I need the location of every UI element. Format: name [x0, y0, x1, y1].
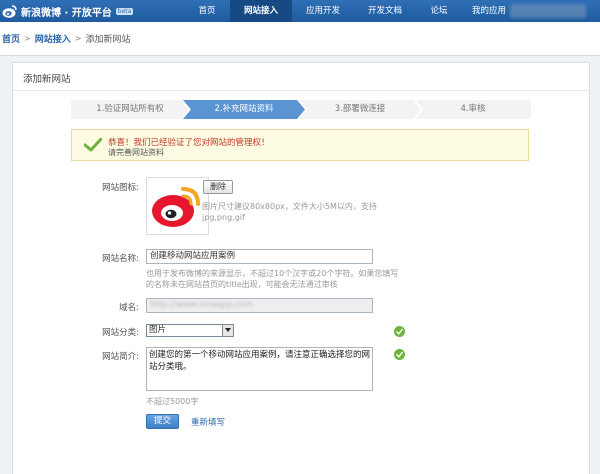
weibo-icon	[152, 187, 200, 227]
checkmark-icon	[396, 351, 403, 358]
beta-badge: beta	[115, 7, 134, 15]
brand-name: 新浪微博 · 开放平台	[21, 7, 112, 19]
page-title: 添加新网站	[23, 74, 71, 85]
domain-label: 域名:	[119, 303, 139, 313]
breadcrumb-current: 添加新网站	[85, 35, 131, 45]
nav-forum[interactable]: 论坛	[416, 0, 462, 22]
breadcrumb-home[interactable]: 首页	[2, 32, 20, 45]
step-deploy-connect: 3.部署微连接	[299, 100, 421, 119]
reset-link[interactable]: 重新填写	[191, 416, 225, 428]
site-name-hint: 也用于发布微博的来源显示，不超过10个汉字或20个字符。如果您填写的名称未在网站…	[146, 269, 399, 289]
breadcrumb: 首页 > 网站接入 > 添加新网站	[0, 22, 600, 56]
progress-steps: 1.验证网站所有权 2.补充网站资料 3.部署微连接 4.审核	[71, 100, 531, 119]
chevron-down-icon[interactable]	[222, 325, 233, 336]
add-site-panel: 添加新网站 1.验证网站所有权 2.补充网站资料 3.部署微连接 4.审核 恭喜…	[12, 62, 591, 474]
intro-valid-icon	[394, 349, 405, 360]
weibo-logo-icon	[2, 5, 17, 18]
user-account-menu[interactable]	[510, 4, 586, 18]
domain-input: http://www.sinaapp.com	[146, 298, 373, 313]
submit-button[interactable]: 提交	[146, 414, 179, 429]
intro-textarea[interactable]: 创建您的第一个移动网站应用案例，请注意正确选择您的网站分类哦。	[146, 347, 373, 391]
step-review: 4.审核	[415, 100, 531, 119]
checkmark-icon	[396, 328, 403, 335]
intro-label: 网站简介:	[102, 352, 139, 362]
category-selected: 图片	[149, 325, 167, 335]
icon-hint: 图片尺寸建议80x80px，文件大小5M以内，支持jpg,png,gif	[202, 202, 377, 222]
category-select[interactable]: 图片	[146, 324, 234, 337]
site-name-label: 网站名称:	[102, 254, 139, 264]
chevron-right-icon: >	[24, 34, 31, 43]
breadcrumb-section[interactable]: 网站接入	[35, 32, 71, 45]
success-subtitle: 请完善网站资料	[108, 148, 164, 157]
checkmark-icon	[84, 138, 102, 152]
main-nav: 首页 网站接入 应用开发 开发文档 论坛 我的应用	[184, 0, 516, 22]
top-navigation-bar: 新浪微博 · 开放平台 beta 首页 网站接入 应用开发 开发文档 论坛 我的…	[0, 0, 600, 22]
success-notice: 恭喜！我们已经验证了您对网站的管理权！ 请完善网站资料	[71, 129, 529, 161]
divider	[13, 90, 591, 91]
nav-home[interactable]: 首页	[184, 0, 230, 22]
domain-value: http://www.sinaapp.com	[150, 300, 254, 310]
nav-docs[interactable]: 开发文档	[354, 0, 416, 22]
nav-my-apps[interactable]: 我的应用	[462, 0, 516, 22]
nav-site-access[interactable]: 网站接入	[230, 0, 292, 22]
nav-app-dev[interactable]: 应用开发	[292, 0, 354, 22]
step-verify-ownership: 1.验证网站所有权	[71, 100, 189, 119]
chevron-right-icon: >	[74, 34, 82, 43]
category-valid-icon	[394, 326, 405, 337]
brand-logo[interactable]: 新浪微博 · 开放平台 beta	[2, 2, 134, 20]
intro-hint: 不超过5000字	[146, 397, 199, 406]
step-complete-info: 2.补充网站资料	[183, 100, 305, 119]
site-icon-label: 网站图标:	[102, 183, 139, 193]
site-icon-preview	[146, 177, 209, 235]
delete-icon-button[interactable]: 删除	[203, 180, 233, 194]
site-name-input[interactable]: 创建移动网站应用案例	[146, 249, 373, 264]
category-label: 网站分类:	[102, 328, 139, 338]
